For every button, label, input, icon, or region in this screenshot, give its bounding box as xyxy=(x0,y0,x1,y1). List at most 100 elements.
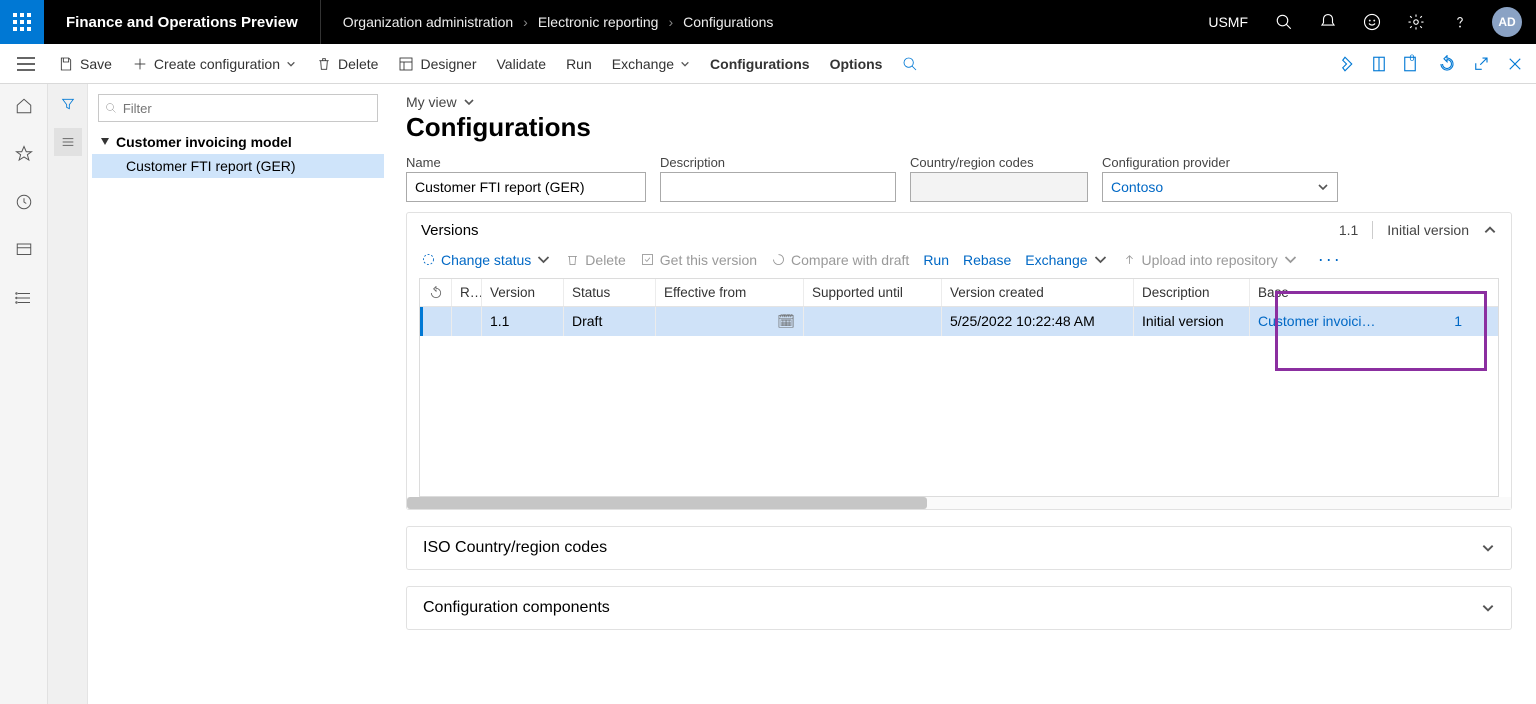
validate-button[interactable]: Validate xyxy=(487,44,557,84)
tree-filter-input[interactable] xyxy=(98,94,378,122)
description-input[interactable] xyxy=(660,172,896,202)
header-fields: Name Customer FTI report (GER) Descripti… xyxy=(406,155,1512,202)
country-codes-input[interactable] xyxy=(910,172,1088,202)
column-created[interactable]: Version created xyxy=(942,279,1134,306)
designer-button[interactable]: Designer xyxy=(388,44,486,84)
cell-created: 5/25/2022 10:22:48 AM xyxy=(942,307,1134,336)
office-icon[interactable] xyxy=(1362,44,1396,84)
breadcrumb-item[interactable]: Electronic reporting xyxy=(538,14,659,30)
modules-icon[interactable] xyxy=(8,282,40,314)
versions-toolbar: Change status Delete Get this version Co… xyxy=(407,247,1511,278)
breadcrumb-item[interactable]: Configurations xyxy=(683,14,773,30)
my-view-label: My view xyxy=(406,94,457,110)
versions-card: Versions 1.1 Initial version Change stat… xyxy=(406,212,1512,510)
top-right-controls: USMF AD xyxy=(1198,0,1536,44)
column-version[interactable]: Version xyxy=(482,279,564,306)
run-button[interactable]: Run xyxy=(556,44,602,84)
refresh-column-icon[interactable] xyxy=(420,279,452,306)
grid-row[interactable]: 1.1 Draft 🗓 5/25/2022 10:22:48 AM Initia… xyxy=(420,307,1498,336)
column-description[interactable]: Description xyxy=(1134,279,1250,306)
side-panel: Customer invoicing model Customer FTI re… xyxy=(48,84,388,704)
name-input[interactable]: Customer FTI report (GER) xyxy=(406,172,646,202)
find-button[interactable] xyxy=(892,44,928,84)
grid-header: R… Version Status Effective from Support… xyxy=(420,279,1498,307)
gear-icon[interactable] xyxy=(1398,0,1434,44)
avatar[interactable]: AD xyxy=(1492,7,1522,37)
search-icon[interactable] xyxy=(1266,0,1302,44)
column-r[interactable]: R… xyxy=(452,279,482,306)
my-view-dropdown[interactable]: My view xyxy=(406,94,1512,110)
calendar-icon[interactable]: 🗓 xyxy=(777,313,795,330)
provider-label: Configuration provider xyxy=(1102,155,1338,170)
grid-horizontal-scrollbar[interactable] xyxy=(407,497,1511,509)
create-configuration-button[interactable]: Create configuration xyxy=(122,44,306,84)
popout-icon[interactable] xyxy=(1464,44,1498,84)
version-delete-button[interactable]: Delete xyxy=(565,252,625,268)
company-picker[interactable]: USMF xyxy=(1198,14,1258,30)
get-version-button[interactable]: Get this version xyxy=(640,252,757,268)
tree-child-item[interactable]: Customer FTI report (GER) xyxy=(92,154,384,178)
smiley-icon[interactable] xyxy=(1354,0,1390,44)
breadcrumb-item[interactable]: Organization administration xyxy=(343,14,513,30)
workspace-icon[interactable] xyxy=(8,234,40,266)
version-exchange-button[interactable]: Exchange xyxy=(1025,252,1107,268)
options-button[interactable]: Options xyxy=(820,44,893,84)
cell-version: 1.1 xyxy=(482,307,564,336)
more-icon[interactable]: ··· xyxy=(1312,249,1342,270)
chevron-right-icon: › xyxy=(668,14,673,30)
diamond-icon[interactable] xyxy=(1328,44,1362,84)
cell-base[interactable]: Customer invoici…1 xyxy=(1250,307,1470,336)
collapse-icon[interactable] xyxy=(1483,223,1497,237)
delete-button[interactable]: Delete xyxy=(306,44,388,84)
column-supported[interactable]: Supported until xyxy=(804,279,942,306)
app-launcher-icon[interactable] xyxy=(0,0,44,44)
tree-child-label: Customer FTI report (GER) xyxy=(126,158,296,174)
iso-codes-card[interactable]: ISO Country/region codes xyxy=(406,526,1512,570)
iso-codes-label: ISO Country/region codes xyxy=(423,539,607,557)
description-label: Description xyxy=(660,155,896,170)
attachments-icon[interactable]: 0 xyxy=(1396,44,1430,84)
config-components-card[interactable]: Configuration components xyxy=(406,586,1512,630)
tree-filter-field[interactable] xyxy=(117,101,371,116)
exchange-label: Exchange xyxy=(612,56,674,72)
versions-summary-ver: 1.1 xyxy=(1339,222,1358,238)
configurations-button[interactable]: Configurations xyxy=(700,44,820,84)
home-icon[interactable] xyxy=(8,90,40,122)
upload-repository-button[interactable]: Upload into repository xyxy=(1122,252,1298,268)
save-button[interactable]: Save xyxy=(48,44,122,84)
country-codes-label: Country/region codes xyxy=(910,155,1088,170)
column-status[interactable]: Status xyxy=(564,279,656,306)
versions-title: Versions xyxy=(421,222,479,239)
change-status-button[interactable]: Change status xyxy=(421,252,551,268)
bell-icon[interactable] xyxy=(1310,0,1346,44)
clock-icon[interactable] xyxy=(8,186,40,218)
configuration-tree: Customer invoicing model Customer FTI re… xyxy=(88,84,388,704)
topbar: Finance and Operations Preview Organizat… xyxy=(0,0,1536,44)
close-icon[interactable] xyxy=(1498,44,1532,84)
provider-dropdown[interactable]: Contoso xyxy=(1102,172,1338,202)
column-effective[interactable]: Effective from xyxy=(656,279,804,306)
versions-grid: R… Version Status Effective from Support… xyxy=(419,278,1499,497)
cell-status: Draft xyxy=(564,307,656,336)
configurations-label: Configurations xyxy=(710,56,810,72)
help-icon[interactable] xyxy=(1442,0,1478,44)
compare-draft-button[interactable]: Compare with draft xyxy=(771,252,909,268)
funnel-icon[interactable] xyxy=(54,90,82,118)
exchange-button[interactable]: Exchange xyxy=(602,44,700,84)
validate-label: Validate xyxy=(497,56,547,72)
chevron-right-icon: › xyxy=(523,14,528,30)
refresh-icon[interactable] xyxy=(1430,44,1464,84)
column-base[interactable]: Base xyxy=(1250,279,1470,306)
filter-strip xyxy=(48,84,88,704)
star-icon[interactable] xyxy=(8,138,40,170)
create-label: Create configuration xyxy=(154,56,280,72)
main-content: My view Configurations Name Customer FTI… xyxy=(388,84,1536,704)
hamburger-icon[interactable] xyxy=(4,44,48,84)
version-run-button[interactable]: Run xyxy=(923,252,949,268)
name-label: Name xyxy=(406,155,646,170)
rebase-button[interactable]: Rebase xyxy=(963,252,1011,268)
list-view-icon[interactable] xyxy=(54,128,82,156)
breadcrumb: Organization administration › Electronic… xyxy=(321,14,1199,30)
left-nav xyxy=(0,84,48,704)
tree-root-item[interactable]: Customer invoicing model xyxy=(92,130,384,154)
